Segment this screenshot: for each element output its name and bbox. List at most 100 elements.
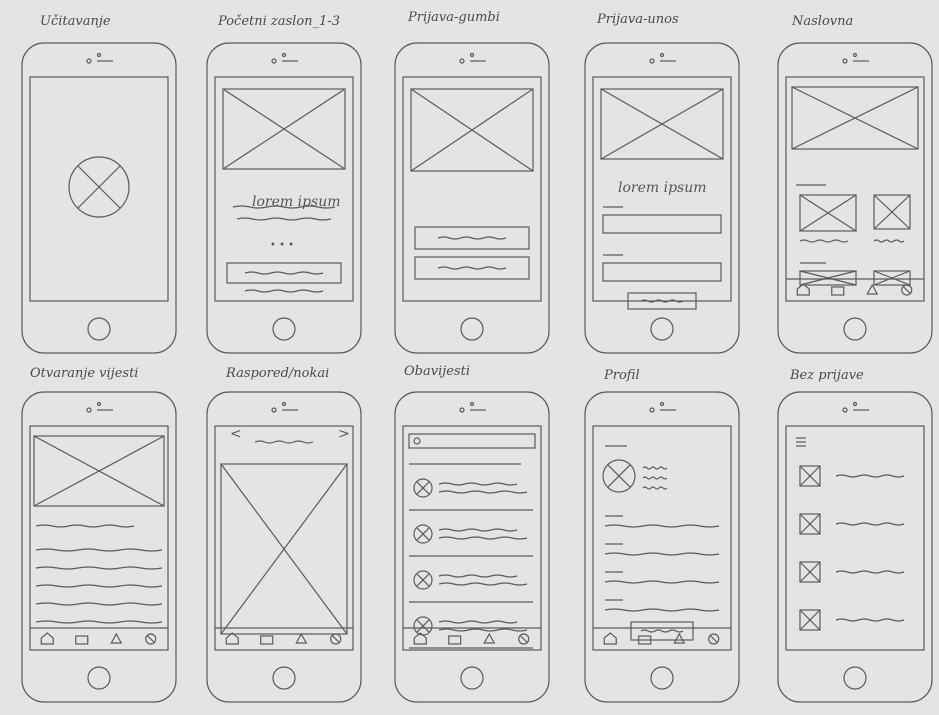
bell-icon (295, 632, 308, 644)
screen-title-profile: Profil (604, 368, 640, 383)
phone-frame (21, 42, 177, 354)
list-text-line (835, 570, 905, 574)
bell-icon (673, 632, 686, 644)
phone-sensor (852, 52, 858, 58)
calendar-icon (448, 635, 462, 645)
field-value-line (604, 608, 720, 612)
screen-title-schedule: Raspored/nokai (226, 366, 330, 381)
phone-camera (86, 58, 92, 64)
phone-sensor (852, 401, 858, 407)
notification-text-line (438, 582, 528, 586)
phone-home-button (87, 317, 111, 341)
bell-icon (110, 632, 123, 644)
home-icon (603, 632, 617, 645)
article-text-line (35, 548, 163, 552)
search-icon (413, 437, 421, 445)
phone-camera (459, 407, 465, 413)
phone-home-button (650, 666, 674, 690)
button-label-line (244, 271, 324, 275)
phone-home-button (460, 317, 484, 341)
text-line (236, 217, 332, 221)
settings-icon-mark (332, 635, 340, 643)
phone-screen (785, 76, 925, 302)
list-text-line (835, 522, 905, 526)
settings-icon-mark (520, 635, 528, 643)
button-label-line (437, 266, 507, 270)
notification-title-line (438, 528, 518, 532)
schedule-prev-arrow: < (230, 426, 242, 442)
start-screen-dots: • • • (270, 240, 295, 251)
article-text-line (35, 602, 163, 606)
phone-sensor (96, 52, 102, 58)
phone-screen (214, 425, 354, 651)
phone-home-button (272, 317, 296, 341)
notification-title-line (438, 482, 518, 486)
field-value-line (604, 580, 720, 584)
bell-icon (866, 283, 879, 295)
notification-text-line (438, 536, 528, 540)
phone-home-button (87, 666, 111, 690)
home-icon (225, 632, 239, 645)
field-value-line (604, 524, 720, 528)
article-heading-line (35, 524, 135, 528)
text-line (799, 239, 849, 243)
sketch-sheet: Učitavanje Početni zaslon_1-3 Prijava-gu… (0, 0, 939, 715)
calendar-icon (831, 286, 845, 296)
calendar-icon (75, 635, 89, 645)
phone-home-button (843, 317, 867, 341)
username-field (602, 214, 722, 234)
article-text-line (35, 584, 163, 588)
notification-title-line (438, 620, 518, 624)
list-text-line (835, 474, 905, 478)
notification-text-line (438, 490, 528, 494)
phone-sensor (469, 52, 475, 58)
field-value-line (604, 552, 720, 556)
login-input-text: lorem ipsum (618, 180, 707, 196)
phone-camera (842, 58, 848, 64)
screen-title-open-news: Otvaranje vijesti (30, 366, 139, 381)
home-icon (796, 283, 810, 296)
phone-sensor (281, 401, 287, 407)
phone-camera (86, 407, 92, 413)
search-bar (408, 433, 536, 449)
screen-title-login-input: Prijava-unos (597, 12, 679, 27)
bell-icon (483, 632, 496, 644)
screen-title-loading: Učitavanje (40, 14, 111, 29)
password-field (602, 262, 722, 282)
phone-sensor (96, 401, 102, 407)
wireframe-drawing (21, 42, 933, 703)
calendar-icon (260, 635, 274, 645)
profile-text-line (642, 486, 668, 490)
article-text-line (35, 620, 163, 624)
phone-screen (29, 425, 169, 651)
phone-frame (584, 391, 740, 703)
settings-icon-mark (147, 635, 155, 643)
phone-frame (21, 391, 177, 703)
phone-home-button (650, 317, 674, 341)
screen-title-notifications: Obavijesti (404, 364, 471, 379)
phone-sensor (659, 401, 665, 407)
phone-camera (459, 58, 465, 64)
start-screen-text: lorem ipsum (252, 194, 341, 210)
screen-title-no-login: Bez prijave (790, 368, 864, 383)
screen-title-home: Naslovna (792, 14, 854, 29)
notification-text-line (438, 628, 528, 632)
phone-sensor (281, 52, 287, 58)
home-icon (40, 632, 54, 645)
settings-icon-mark (903, 286, 911, 294)
phone-camera (271, 407, 277, 413)
schedule-next-arrow: > (338, 426, 350, 442)
phone-home-button (460, 666, 484, 690)
phone-screen (29, 76, 169, 302)
phone-screen (214, 76, 354, 302)
screen-title-login-buttons: Prijava-gumbi (408, 10, 500, 25)
button-label-line (437, 236, 507, 240)
profile-text-line (642, 476, 668, 480)
phone-camera (649, 58, 655, 64)
schedule-header-line (254, 440, 314, 444)
button-label-line (640, 629, 684, 633)
phone-sensor (469, 401, 475, 407)
phone-frame (777, 42, 933, 354)
profile-text-line (642, 466, 668, 470)
phone-camera (649, 407, 655, 413)
